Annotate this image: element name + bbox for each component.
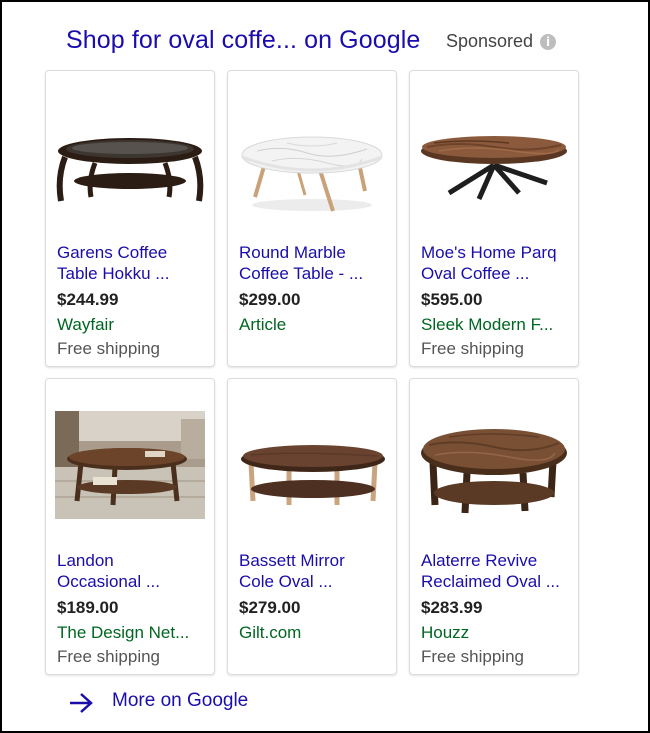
product-price: $279.00 <box>239 598 301 617</box>
product-merchant: Gilt.com <box>239 623 302 642</box>
product-shipping: Free shipping <box>57 339 161 358</box>
product-title[interactable]: Alaterre Revive <box>421 551 537 571</box>
more-on-google-link[interactable]: More on Google <box>68 690 268 716</box>
more-on-google-label[interactable]: More on Google <box>112 690 248 712</box>
wood-slab-coffee-table-image[interactable] <box>419 93 569 223</box>
product-shipping: Free shipping <box>421 647 525 666</box>
product-merchant: Houzz <box>421 623 470 642</box>
product-price: $244.99 <box>57 290 119 309</box>
product-merchant: Wayfair <box>57 315 114 334</box>
product-price: $283.99 <box>421 598 483 617</box>
product-title[interactable]: Table Hokku ... <box>57 264 169 284</box>
product-card[interactable]: Alaterre Revive Reclaimed Oval ... $283.… <box>409 378 579 675</box>
product-title[interactable]: Bassett Mirror <box>239 551 345 571</box>
product-title[interactable]: Moe's Home Parq <box>421 243 557 263</box>
product-card[interactable]: Bassett Mirror Cole Oval ... $279.00 Gil… <box>227 378 397 675</box>
walnut-coffee-table-image[interactable] <box>237 401 387 531</box>
product-title[interactable]: Coffee Table - ... <box>239 264 363 284</box>
product-price: $595.00 <box>421 290 483 309</box>
product-title[interactable]: Occasional ... <box>57 572 160 592</box>
product-price: $299.00 <box>239 290 301 309</box>
product-merchant: The Design Net... <box>57 623 190 642</box>
product-shipping: Free shipping <box>57 647 161 666</box>
product-merchant: Sleek Modern F... <box>421 315 554 334</box>
info-icon[interactable]: i <box>540 34 556 50</box>
shopping-title-link[interactable]: Shop for oval coffe... on Google <box>66 26 420 55</box>
product-title[interactable]: Oval Coffee ... <box>421 264 529 284</box>
product-title[interactable]: Round Marble <box>239 243 346 263</box>
product-merchant: Article <box>239 315 287 334</box>
product-title[interactable]: Landon <box>57 551 114 571</box>
product-card[interactable]: Garens Coffee Table Hokku ... $244.99 Wa… <box>45 70 215 367</box>
reclaimed-wood-coffee-table-image[interactable] <box>419 401 569 531</box>
product-card[interactable]: Moe's Home Parq Oval Coffee ... $595.00 … <box>409 70 579 367</box>
glass-top-coffee-table-image[interactable] <box>55 93 205 223</box>
sponsored-label: Sponsored <box>446 31 534 51</box>
product-title[interactable]: Reclaimed Oval ... <box>421 572 560 592</box>
shopping-header: Shop for oval coffe... on Google Sponsor… <box>66 26 586 60</box>
product-title[interactable]: Cole Oval ... <box>239 572 333 592</box>
product-card[interactable]: Round Marble Coffee Table - ... $299.00 … <box>227 70 397 367</box>
marble-coffee-table-image[interactable] <box>237 93 387 223</box>
room-coffee-table-photo-image[interactable] <box>55 401 205 531</box>
product-shipping: Free shipping <box>421 339 525 358</box>
product-price: $189.00 <box>57 598 119 617</box>
product-card[interactable]: Landon Occasional ... $189.00 The Design… <box>45 378 215 675</box>
product-title[interactable]: Garens Coffee <box>57 243 167 263</box>
arrow-right-icon <box>70 693 93 713</box>
shopping-ads-panel: Shop for oval coffe... on Google Sponsor… <box>0 0 650 733</box>
